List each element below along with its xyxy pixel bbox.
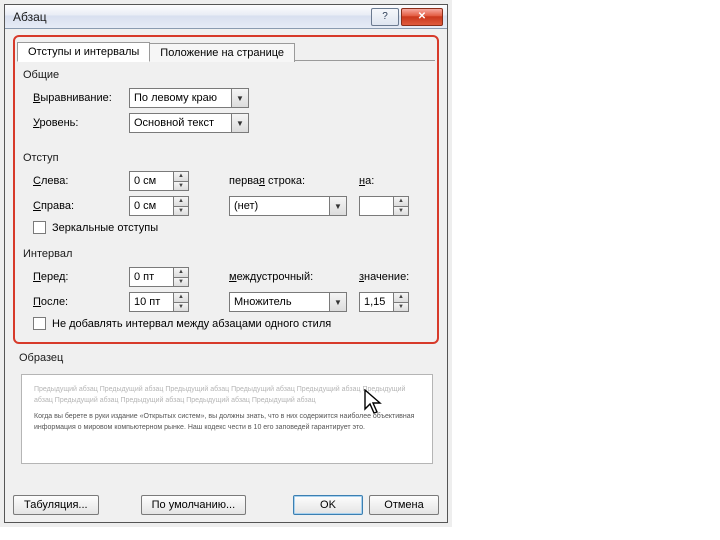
space-before-spinner[interactable]: 0 пт▲▼	[129, 267, 189, 287]
section-indent-title: Отступ	[23, 152, 431, 164]
section-indent: Отступ Слева: 0 см▲▼ первая строка: на: …	[23, 152, 431, 234]
indent-right-label: Справа:	[33, 200, 129, 212]
line-spacing-at-label: значение:	[359, 271, 409, 283]
alignment-combo[interactable]: По левому краю▼	[129, 88, 249, 108]
outline-level-combo[interactable]: Основной текст▼	[129, 113, 249, 133]
tab-indents-spacing[interactable]: Отступы и интервалы	[17, 42, 150, 62]
dialog-title: Абзац	[13, 10, 369, 24]
no-space-same-style-checkbox[interactable]: Не добавлять интервал между абзацами одн…	[33, 317, 431, 330]
checkbox-icon	[33, 317, 46, 330]
first-line-combo[interactable]: (нет)▼	[229, 196, 347, 216]
help-button[interactable]: ?	[371, 8, 399, 26]
tab-page-position[interactable]: Положение на странице	[149, 43, 295, 62]
tab-strip: Отступы и интервалы Положение на страниц…	[17, 39, 435, 61]
titlebar: Абзац ? ✕	[5, 5, 447, 29]
first-line-label: первая строка:	[229, 175, 339, 187]
preview-box: Предыдущий абзац Предыдущий абзац Предыд…	[21, 374, 433, 464]
line-spacing-combo[interactable]: Множитель▼	[229, 292, 347, 312]
space-after-label: После:	[33, 296, 129, 308]
chevron-down-icon[interactable]: ▼	[329, 293, 346, 311]
highlight-annotation: Отступы и интервалы Положение на страниц…	[13, 35, 439, 344]
section-general: Общие Выравнивание: По левому краю▼ Уров…	[23, 69, 431, 134]
preview-label: Образец	[19, 352, 435, 364]
section-spacing-title: Интервал	[23, 248, 431, 260]
paragraph-dialog: Абзац ? ✕ Отступы и интервалы Положение …	[4, 4, 448, 523]
indent-by-spinner[interactable]: ▲▼	[359, 196, 409, 216]
space-after-spinner[interactable]: 10 пт▲▼	[129, 292, 189, 312]
cancel-button[interactable]: Отмена	[369, 495, 439, 515]
outline-level-label: Уровень:	[33, 117, 129, 129]
line-spacing-label: междустрочный:	[229, 271, 339, 283]
section-preview: Образец Предыдущий абзац Предыдущий абза…	[19, 352, 435, 464]
set-default-button[interactable]: По умолчанию...	[141, 495, 247, 515]
line-spacing-at-spinner[interactable]: 1,15▲▼	[359, 292, 409, 312]
close-button[interactable]: ✕	[401, 8, 443, 26]
ok-button[interactable]: OK	[293, 495, 363, 515]
section-general-title: Общие	[23, 69, 431, 81]
space-before-label: Перед:	[33, 271, 129, 283]
indent-left-label: Слева:	[33, 175, 129, 187]
mirror-indents-checkbox[interactable]: Зеркальные отступы	[33, 221, 431, 234]
dialog-footer: Табуляция... По умолчанию... OK Отмена	[13, 495, 439, 515]
indent-left-spinner[interactable]: 0 см▲▼	[129, 171, 189, 191]
chevron-down-icon[interactable]: ▼	[231, 89, 248, 107]
indent-by-label: на:	[359, 175, 374, 187]
indent-right-spinner[interactable]: 0 см▲▼	[129, 196, 189, 216]
section-spacing: Интервал Перед: 0 пт▲▼ междустрочный: зн…	[23, 248, 431, 330]
chevron-down-icon[interactable]: ▼	[231, 114, 248, 132]
checkbox-icon	[33, 221, 46, 234]
chevron-down-icon[interactable]: ▼	[329, 197, 346, 215]
alignment-label: Выравнивание:	[33, 92, 129, 104]
tabs-button[interactable]: Табуляция...	[13, 495, 99, 515]
